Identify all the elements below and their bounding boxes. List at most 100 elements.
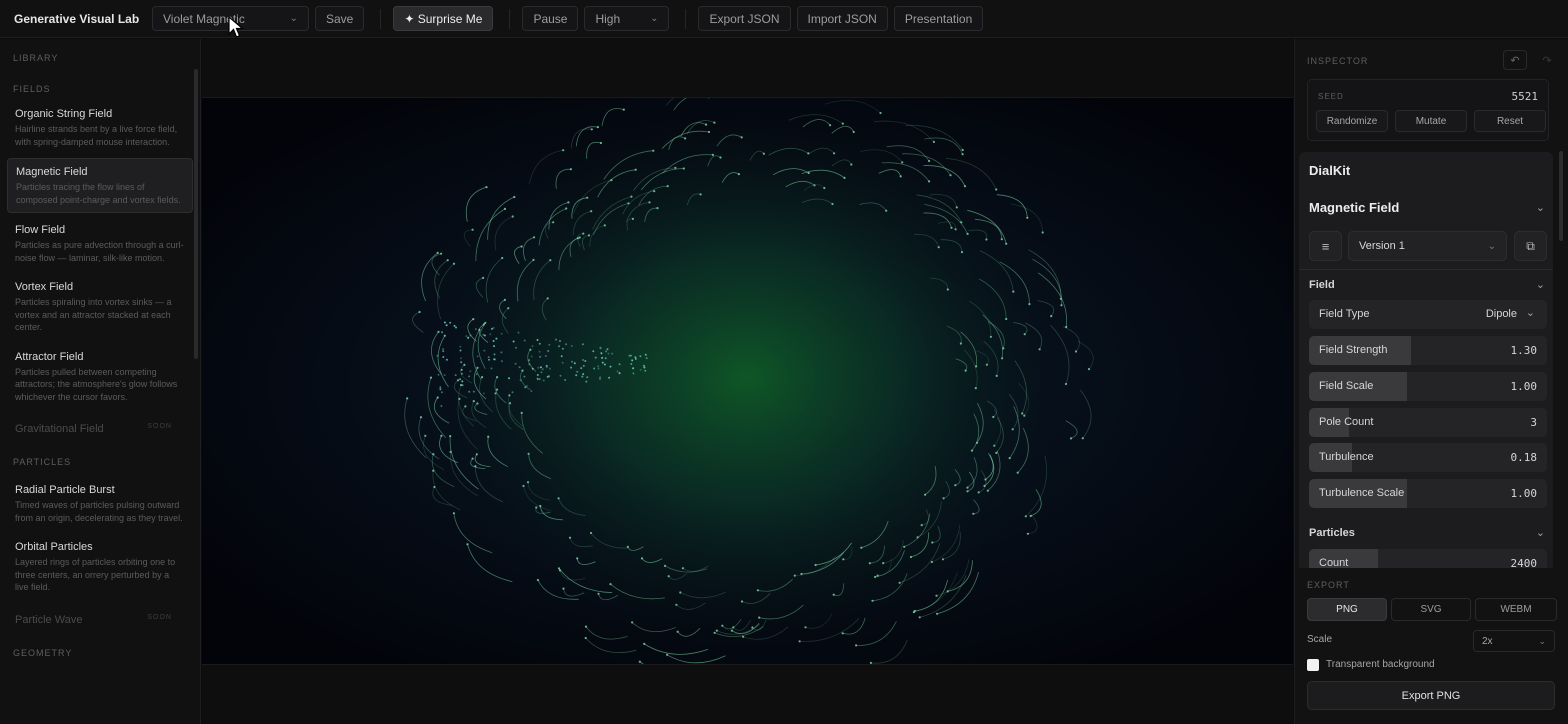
particle-dot: [972, 512, 975, 515]
particle-dot: [737, 173, 741, 176]
scale-select[interactable]: 2x ⌄: [1473, 630, 1555, 652]
particle-dot: [442, 350, 445, 353]
particle-dot: [1041, 231, 1044, 234]
particle-dot: [609, 365, 612, 368]
format-png[interactable]: PNG: [1307, 598, 1387, 621]
panel-header[interactable]: Magnetic Field ⌄: [1309, 200, 1545, 215]
particle-dot: [561, 347, 564, 350]
particle-dot: [599, 377, 601, 380]
library-item-radial-particle-burst[interactable]: Radial Particle Burst Timed waves of par…: [7, 477, 193, 530]
presets-list-icon[interactable]: ≡: [1309, 231, 1342, 261]
library-item-vortex-field[interactable]: Vortex Field Particles spiraling into vo…: [7, 274, 193, 340]
particle-dot: [487, 356, 490, 359]
pole-count-slider[interactable]: Pole Count 3: [1309, 408, 1547, 437]
library-item-attractor-field[interactable]: Attractor Field Particles pulled between…: [7, 344, 193, 410]
export-json-button[interactable]: Export JSON: [698, 6, 791, 31]
item-title: Flow Field: [15, 224, 66, 236]
inspector-heading: INSPECTOR: [1307, 56, 1369, 66]
particle-dot: [630, 363, 633, 365]
format-svg[interactable]: SVG: [1391, 598, 1471, 621]
particles-section-header[interactable]: Particles ⌄: [1309, 526, 1545, 540]
sidebar-scrollbar[interactable]: [194, 69, 198, 359]
particle-dot: [705, 123, 708, 126]
particle-dot: [984, 478, 987, 481]
reset-button[interactable]: Reset: [1474, 110, 1546, 132]
particle-dot: [618, 372, 621, 375]
library-item-orbital-particles[interactable]: Orbital Particles Layered rings of parti…: [7, 534, 193, 600]
particles-heading: PARTICLES: [13, 457, 72, 467]
particle-dot: [573, 362, 576, 365]
particle-dot: [869, 661, 872, 664]
particle-dot: [524, 386, 527, 389]
particle-dot: [960, 251, 964, 254]
inspector-scrollbar[interactable]: [1559, 151, 1563, 241]
render-canvas[interactable]: [202, 97, 1293, 665]
particle-dot: [557, 497, 560, 500]
slider-label: Pole Count: [1319, 416, 1374, 428]
presentation-button[interactable]: Presentation: [893, 6, 984, 31]
particle-dot: [607, 352, 610, 355]
redo-icon[interactable]: ↷: [1535, 50, 1559, 70]
randomize-button[interactable]: Randomize: [1316, 110, 1388, 132]
field-scale-slider[interactable]: Field Scale 1.00: [1309, 372, 1547, 401]
particle-dot: [596, 126, 599, 129]
magnetic-field-visual: [202, 98, 1293, 664]
particle-dot: [472, 318, 475, 321]
chevron-down-icon: ⌄: [1525, 307, 1535, 319]
particle-dot: [1016, 471, 1019, 474]
particle-dot: [570, 345, 573, 347]
particle-dot: [974, 387, 977, 390]
particle-dot: [644, 353, 647, 356]
pause-button[interactable]: Pause: [522, 6, 579, 31]
field-strength-slider[interactable]: Field Strength 1.30: [1309, 336, 1547, 365]
turbulence-scale-slider[interactable]: Turbulence Scale 1.00: [1309, 479, 1547, 508]
particle-dot: [564, 379, 567, 381]
mutate-button[interactable]: Mutate: [1395, 110, 1467, 132]
library-item-flow-field[interactable]: Flow Field Particles as pure advection t…: [7, 217, 193, 270]
particle-dot: [568, 536, 572, 539]
turbulence-slider[interactable]: Turbulence 0.18: [1309, 443, 1547, 472]
field-type-select[interactable]: Field Type Dipole ⌄: [1309, 300, 1547, 329]
library-item-magnetic-field[interactable]: Magnetic Field Particles tracing the flo…: [7, 158, 193, 213]
particle-dot: [584, 625, 588, 628]
item-description: Timed waves of particles pulsing outward…: [15, 500, 183, 523]
particle-dot: [983, 484, 986, 487]
particle-dot: [721, 624, 724, 627]
particle-dot: [599, 346, 602, 349]
canvas-area: [202, 39, 1293, 724]
particle-dot: [882, 562, 885, 565]
version-select[interactable]: Version 1 ⌄: [1348, 231, 1507, 261]
particle-dot: [913, 609, 916, 613]
export-png-button[interactable]: Export PNG: [1307, 681, 1555, 710]
particle-dot: [707, 130, 711, 134]
seed-value: 5521: [1511, 90, 1539, 103]
particle-dot: [443, 374, 446, 377]
particle-dot: [521, 369, 524, 372]
particle-dot: [601, 356, 604, 359]
particle-dot: [582, 359, 585, 361]
app-title: Generative Visual Lab: [14, 11, 140, 26]
particle-dot: [941, 558, 945, 561]
particle-dot: [467, 336, 470, 339]
copy-icon[interactable]: ⧉: [1514, 231, 1547, 261]
format-webm[interactable]: WEBM: [1475, 598, 1557, 621]
particle-dot: [1028, 303, 1031, 306]
particle-dot: [653, 190, 656, 193]
particle-dot: [464, 405, 467, 408]
particle-dot: [520, 411, 523, 414]
particle-dot: [638, 660, 641, 663]
import-json-button[interactable]: Import JSON: [796, 6, 888, 31]
transparent-checkbox[interactable]: [1307, 659, 1319, 671]
quality-select[interactable]: High ⌄: [584, 6, 670, 31]
particle-dot: [538, 350, 541, 353]
particle-dot: [586, 196, 589, 199]
particle-dot: [639, 355, 642, 358]
save-button[interactable]: Save: [315, 6, 365, 31]
particle-dot: [565, 343, 568, 346]
field-section-header[interactable]: Field ⌄: [1309, 278, 1545, 292]
library-item-organic-string-field[interactable]: Organic String Field Hairline strands be…: [7, 101, 193, 154]
count-slider[interactable]: Count 2400: [1309, 549, 1547, 568]
particle-dot: [519, 379, 522, 382]
surprise-me-button[interactable]: ✦ Surprise Me: [393, 6, 494, 31]
undo-icon[interactable]: ↶: [1503, 50, 1527, 70]
